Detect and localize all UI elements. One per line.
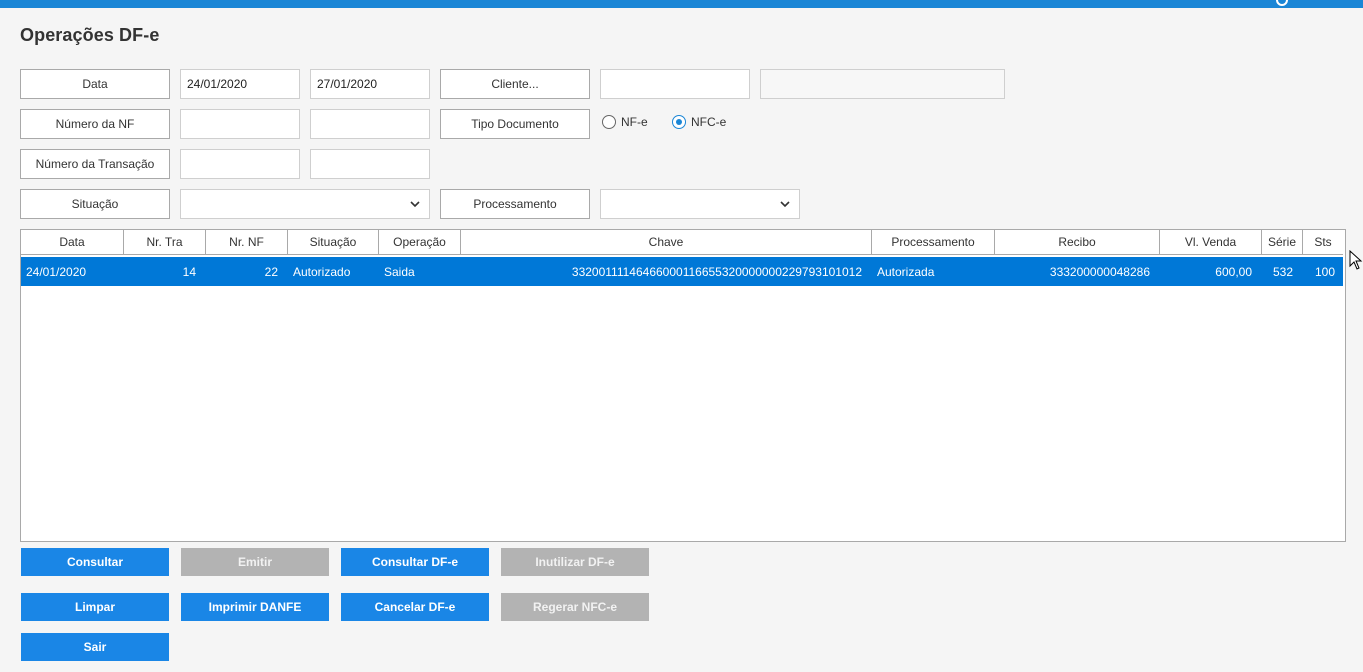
radio-nfe[interactable]: NF-e bbox=[602, 115, 648, 129]
column-header[interactable]: Operação bbox=[379, 230, 461, 254]
operations-grid[interactable]: Data Nr. Tra Nr. NF Situação Operação Ch… bbox=[20, 229, 1346, 542]
numero-transacao-to-input[interactable] bbox=[310, 149, 430, 179]
numero-nf-to-input[interactable] bbox=[310, 109, 430, 139]
emitir-button[interactable]: Emitir bbox=[181, 548, 329, 576]
data-label: Data bbox=[20, 69, 170, 99]
situacao-label: Situação bbox=[20, 189, 170, 219]
cell-recibo: 333200000048286 bbox=[1049, 264, 1150, 279]
column-header[interactable]: Sts bbox=[1303, 230, 1343, 254]
page-title: Operações DF-e bbox=[20, 25, 160, 45]
column-header[interactable]: Vl. Venda bbox=[1160, 230, 1262, 254]
cell-nr-tra: 14 bbox=[182, 264, 196, 279]
grid-header: Data Nr. Tra Nr. NF Situação Operação Ch… bbox=[21, 230, 1343, 255]
cell-nr-nf: 22 bbox=[264, 264, 278, 279]
inutilizar-dfe-button[interactable]: Inutilizar DF-e bbox=[501, 548, 649, 576]
radio-nfce-label: NFC-e bbox=[691, 115, 727, 129]
column-header[interactable]: Data bbox=[21, 230, 124, 254]
limpar-button[interactable]: Limpar bbox=[21, 593, 169, 621]
cell-processamento: Autorizada bbox=[877, 264, 935, 279]
cell-data: 24/01/2020 bbox=[26, 264, 87, 279]
cell-situacao: Autorizado bbox=[293, 264, 351, 279]
column-header[interactable]: Série bbox=[1262, 230, 1303, 254]
consultar-dfe-button[interactable]: Consultar DF-e bbox=[341, 548, 489, 576]
cliente-name-field bbox=[760, 69, 1005, 99]
chevron-down-icon[interactable] bbox=[779, 198, 791, 210]
regerar-nfce-button[interactable]: Regerar NFC-e bbox=[501, 593, 649, 621]
radio-nfe-label: NF-e bbox=[621, 115, 648, 129]
data-from-input[interactable]: 24/01/2020 bbox=[180, 69, 300, 99]
numero-transacao-from-input[interactable] bbox=[180, 149, 300, 179]
cell-vl-venda: 600,00 bbox=[1215, 264, 1252, 279]
radio-circle-unchecked[interactable] bbox=[602, 115, 616, 129]
tipo-documento-label: Tipo Documento bbox=[440, 109, 590, 139]
column-header[interactable]: Processamento bbox=[872, 230, 995, 254]
mouse-cursor-icon bbox=[1349, 250, 1363, 270]
column-header[interactable]: Chave bbox=[461, 230, 872, 254]
data-to-input[interactable]: 27/01/2020 bbox=[310, 69, 430, 99]
cell-serie: 532 bbox=[1272, 264, 1293, 279]
cell-operacao: Saida bbox=[384, 264, 415, 279]
cliente-button[interactable]: Cliente... bbox=[440, 69, 590, 99]
sair-button[interactable]: Sair bbox=[21, 633, 169, 661]
cancelar-dfe-button[interactable]: Cancelar DF-e bbox=[341, 593, 489, 621]
column-header[interactable]: Nr. NF bbox=[206, 230, 288, 254]
numero-nf-label: Número da NF bbox=[20, 109, 170, 139]
processamento-select[interactable] bbox=[600, 189, 800, 219]
cell-sts: 100 bbox=[1314, 264, 1335, 279]
cell-chave: 3320011114646600011665532000000022979310… bbox=[571, 264, 862, 279]
top-bar bbox=[0, 0, 1363, 8]
radio-nfce[interactable]: NFC-e bbox=[672, 115, 726, 129]
consultar-button[interactable]: Consultar bbox=[21, 548, 169, 576]
numero-nf-from-input[interactable] bbox=[180, 109, 300, 139]
situacao-select[interactable] bbox=[180, 189, 430, 219]
column-header[interactable]: Situação bbox=[288, 230, 379, 254]
numero-transacao-label: Número da Transação bbox=[20, 149, 170, 179]
radio-circle-checked[interactable] bbox=[672, 115, 686, 129]
cliente-code-input[interactable] bbox=[600, 69, 750, 99]
column-header[interactable]: Nr. Tra bbox=[124, 230, 206, 254]
imprimir-danfe-button[interactable]: Imprimir DANFE bbox=[181, 593, 329, 621]
processamento-label: Processamento bbox=[440, 189, 590, 219]
power-icon[interactable] bbox=[1276, 0, 1288, 6]
column-header[interactable]: Recibo bbox=[995, 230, 1160, 254]
chevron-down-icon[interactable] bbox=[409, 198, 421, 210]
table-row[interactable]: 24/01/2020 14 22 Autorizado Saida 332001… bbox=[21, 257, 1343, 286]
